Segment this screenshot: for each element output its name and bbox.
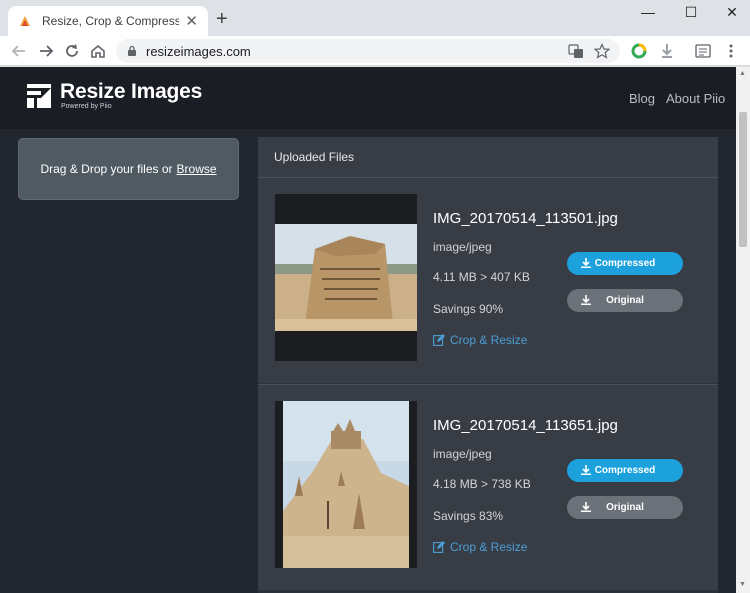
download-icon [581,295,591,305]
file-thumbnail[interactable] [275,401,417,568]
maximize-icon[interactable]: ☐ [681,4,701,21]
edit-icon [433,334,445,346]
file-card: IMG_20170514_113501.jpg image/jpeg 4.11 … [258,177,718,383]
page-scrollbar[interactable]: ▲ ▼ [736,67,750,593]
browser-toolbar: resizeimages.com [0,36,750,66]
logo-mark-icon [27,84,51,108]
file-type: image/jpeg [433,240,492,254]
file-type: image/jpeg [433,447,492,461]
site-favicon-icon [20,16,30,26]
dropzone-text: Drag & Drop your files or [40,162,173,176]
scroll-down-icon[interactable]: ▼ [739,581,746,588]
site-header: Resize Images Powered by Piio Blog About… [0,67,736,129]
browser-tab[interactable]: Resize, Crop & Compress Imag ✕ [8,6,208,36]
bookmark-star-icon[interactable] [594,43,610,59]
download-compressed-button[interactable]: Compressed [567,459,683,482]
sand-castle-photo [283,401,409,568]
nav-link-blog[interactable]: Blog [629,91,655,106]
download-icon [581,258,591,268]
compressed-label: Compressed [594,465,656,476]
sand-sculpture-photo [275,224,417,331]
file-savings: Savings 83% [433,509,504,523]
download-original-button[interactable]: Original [567,496,683,519]
tab-close-icon[interactable]: ✕ [185,14,198,29]
close-window-icon[interactable]: ✕ [722,4,742,21]
scroll-up-icon[interactable]: ▲ [739,70,746,77]
site-logo[interactable]: Resize Images Powered by Piio [26,81,202,111]
download-compressed-button[interactable]: Compressed [567,252,683,275]
file-card: IMG_20170514_113651.jpg image/jpeg 4.18 … [258,384,718,590]
download-icon [581,465,591,475]
crop-resize-label: Crop & Resize [450,333,528,347]
new-tab-icon[interactable]: + [216,9,228,29]
download-icon [581,502,591,512]
file-name: IMG_20170514_113651.jpg [433,417,618,434]
scrollbar-thumb[interactable] [739,112,747,247]
address-bar[interactable]: resizeimages.com [116,39,620,63]
tab-title: Resize, Crop & Compress Imag [42,14,180,28]
menu-dots-icon[interactable] [722,42,740,60]
file-name: IMG_20170514_113501.jpg [433,210,618,227]
uploaded-files-panel: Uploaded Files IMG_20170514_113501.jpg i… [258,137,718,593]
file-size: 4.18 MB > 738 KB [433,477,531,491]
translate-icon[interactable] [568,43,584,59]
reload-icon[interactable] [63,42,81,60]
crop-resize-link[interactable]: Crop & Resize [433,540,527,554]
page-viewport: Resize Images Powered by Piio Blog About… [0,67,736,593]
nav-link-about[interactable]: About Piio [666,91,725,106]
browser-tabstrip: Resize, Crop & Compress Imag ✕ + — ☐ ✕ [0,0,750,36]
edit-icon [433,541,445,553]
uploaded-files-title: Uploaded Files [258,137,718,177]
extension-ring-icon[interactable] [630,42,648,60]
download-extension-icon[interactable] [658,42,676,60]
brand-name: Resize Images [60,80,203,103]
compressed-label: Compressed [594,258,656,269]
crop-resize-link[interactable]: Crop & Resize [433,333,527,347]
back-arrow-icon[interactable] [10,42,28,60]
forward-arrow-icon[interactable] [37,42,55,60]
download-original-button[interactable]: Original [567,289,683,312]
original-label: Original [606,502,644,513]
reader-extension-icon[interactable] [694,42,712,60]
minimize-icon[interactable]: — [638,4,658,20]
url-text: resizeimages.com [146,43,251,59]
file-size: 4.11 MB > 407 KB [433,270,530,284]
home-icon[interactable] [89,42,107,60]
logo-text: Resize Images Powered by Piio [60,81,202,111]
crop-resize-label: Crop & Resize [450,540,528,554]
file-thumbnail[interactable] [275,194,417,361]
browse-link[interactable]: Browse [177,162,217,176]
original-label: Original [606,295,644,306]
file-dropzone[interactable]: Drag & Drop your files or Browse [18,138,239,200]
powered-by: Powered by Piio [61,103,112,110]
lock-icon [128,45,136,56]
file-savings: Savings 90% [433,302,504,316]
